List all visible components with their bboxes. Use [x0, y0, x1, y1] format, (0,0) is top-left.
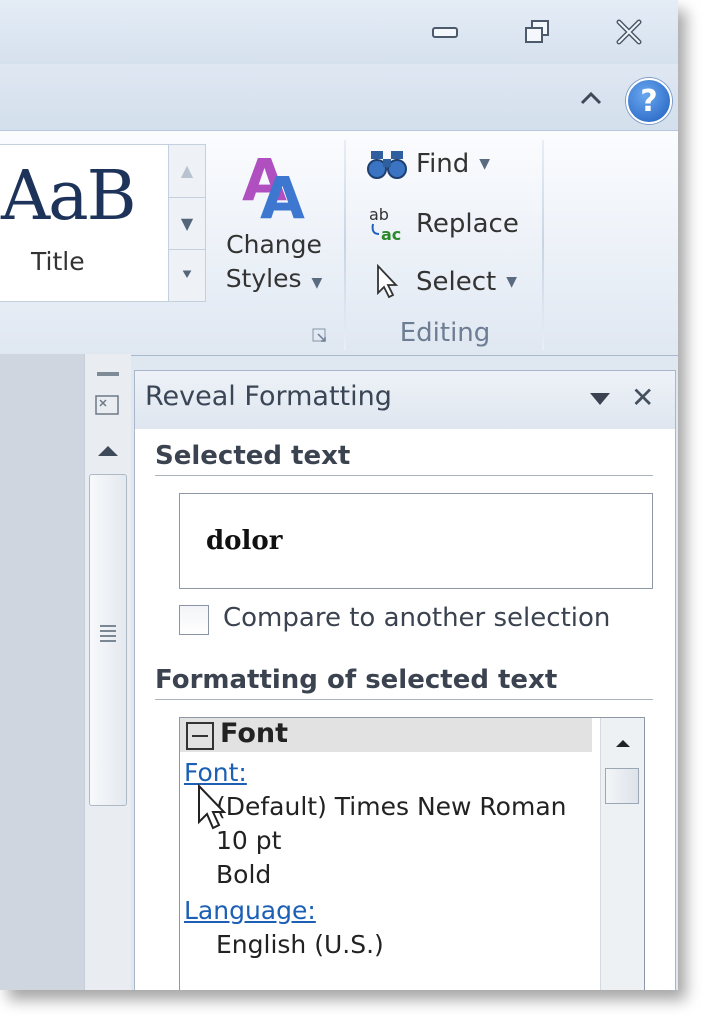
find-label: Find — [416, 149, 470, 179]
gallery-down-button[interactable]: ▼ — [169, 197, 205, 248]
style-preview: AaB — [1, 157, 137, 236]
editing-group-label: Editing — [399, 318, 491, 348]
gallery-more-button[interactable]: ⯆ — [169, 249, 205, 300]
selected-text-heading: Selected text — [155, 441, 351, 471]
divider — [155, 475, 653, 476]
font-section-header[interactable]: Font — [180, 718, 592, 752]
compare-checkbox[interactable] — [179, 605, 209, 635]
style-caption: Title — [31, 247, 85, 276]
formatting-heading: Formatting of selected text — [155, 665, 558, 695]
font-value: (Default) Times New Roman — [216, 792, 567, 821]
svg-text:A: A — [260, 164, 305, 224]
mouse-cursor-icon — [198, 784, 227, 830]
pane-menu-icon[interactable] — [587, 385, 613, 411]
title-bar — [0, 0, 678, 64]
font-value: Bold — [216, 860, 272, 889]
word-window: ? AaB Title ▲ ▼ ⯆ A A Change Styles ▼ Fi… — [0, 0, 678, 990]
selected-text-value: dolor — [206, 526, 283, 556]
gallery-up-button[interactable]: ▲ — [169, 145, 205, 195]
split-handle[interactable] — [97, 372, 119, 376]
restore-button[interactable] — [512, 12, 562, 52]
triangle-up-icon: ▲ — [180, 160, 194, 180]
scroll-thumb[interactable] — [605, 768, 639, 804]
vertical-scrollbar[interactable] — [84, 354, 131, 990]
select-button[interactable]: Select ▼ — [366, 260, 517, 304]
pane-header: Reveal Formatting ✕ — [135, 371, 675, 429]
grip-icon — [100, 625, 116, 645]
font-section-title: Font — [220, 718, 289, 749]
styles-dialog-launcher-icon[interactable] — [312, 328, 328, 344]
formatting-scrollbar[interactable] — [600, 718, 644, 990]
replace-button[interactable]: ab ac Replace — [366, 202, 519, 246]
minimize-ribbon-icon[interactable] — [578, 88, 604, 108]
close-button[interactable] — [604, 12, 654, 52]
dropdown-arrow-icon: ▼ — [479, 156, 491, 172]
scroll-up-icon[interactable] — [93, 440, 123, 460]
group-separator — [542, 140, 544, 350]
selected-text-box: dolor — [179, 493, 653, 589]
change-styles-label-2: Styles — [225, 264, 302, 293]
dropdown-arrow-icon: ▼ — [506, 274, 517, 290]
svg-text:ac: ac — [381, 225, 401, 244]
svg-text:ab: ab — [369, 205, 389, 224]
reveal-formatting-pane: Reveal Formatting ✕ Selected text dolor … — [134, 370, 676, 990]
help-button[interactable]: ? — [626, 78, 672, 124]
collapse-icon[interactable] — [186, 722, 214, 750]
divider — [155, 699, 653, 700]
font-link[interactable]: Font: — [184, 758, 247, 787]
formatting-list: Font Font: (Default) Times New Roman 10 … — [179, 717, 645, 990]
change-styles-label-1: Change — [226, 230, 322, 259]
document-area[interactable] — [0, 354, 84, 990]
minimize-button[interactable] — [420, 12, 470, 52]
language-link[interactable]: Language: — [184, 896, 316, 925]
more-icon: ⯆ — [180, 265, 194, 284]
language-value: English (U.S.) — [216, 930, 384, 959]
triangle-down-icon: ▼ — [180, 213, 194, 233]
styles-gallery-item-title[interactable]: AaB Title — [0, 144, 176, 302]
pane-close-icon[interactable]: ✕ — [631, 381, 654, 414]
minimize-icon — [432, 27, 458, 38]
select-label: Select — [416, 267, 497, 297]
pane-title: Reveal Formatting — [145, 381, 392, 412]
dropdown-arrow-icon: ▼ — [311, 275, 323, 291]
group-separator — [344, 140, 346, 350]
scroll-thumb[interactable] — [89, 474, 127, 806]
restore-icon — [525, 20, 549, 43]
replace-icon: ab ac — [366, 204, 408, 244]
change-styles-button[interactable]: A A Change Styles ▼ — [216, 144, 332, 300]
change-styles-icon: A A — [242, 146, 305, 224]
help-icon: ? — [640, 83, 658, 119]
scroll-up-icon[interactable] — [613, 736, 633, 750]
binoculars-icon — [366, 144, 408, 184]
replace-label: Replace — [416, 209, 519, 239]
close-icon — [616, 19, 642, 45]
styles-gallery-scroller: ▲ ▼ ⯆ — [168, 144, 206, 302]
compare-label[interactable]: Compare to another selection — [223, 603, 610, 633]
ruler-toggle-icon[interactable] — [93, 390, 123, 420]
ribbon-tab-row — [0, 64, 678, 130]
find-button[interactable]: Find ▼ — [366, 142, 490, 186]
arrow-pointer-icon — [366, 262, 408, 302]
